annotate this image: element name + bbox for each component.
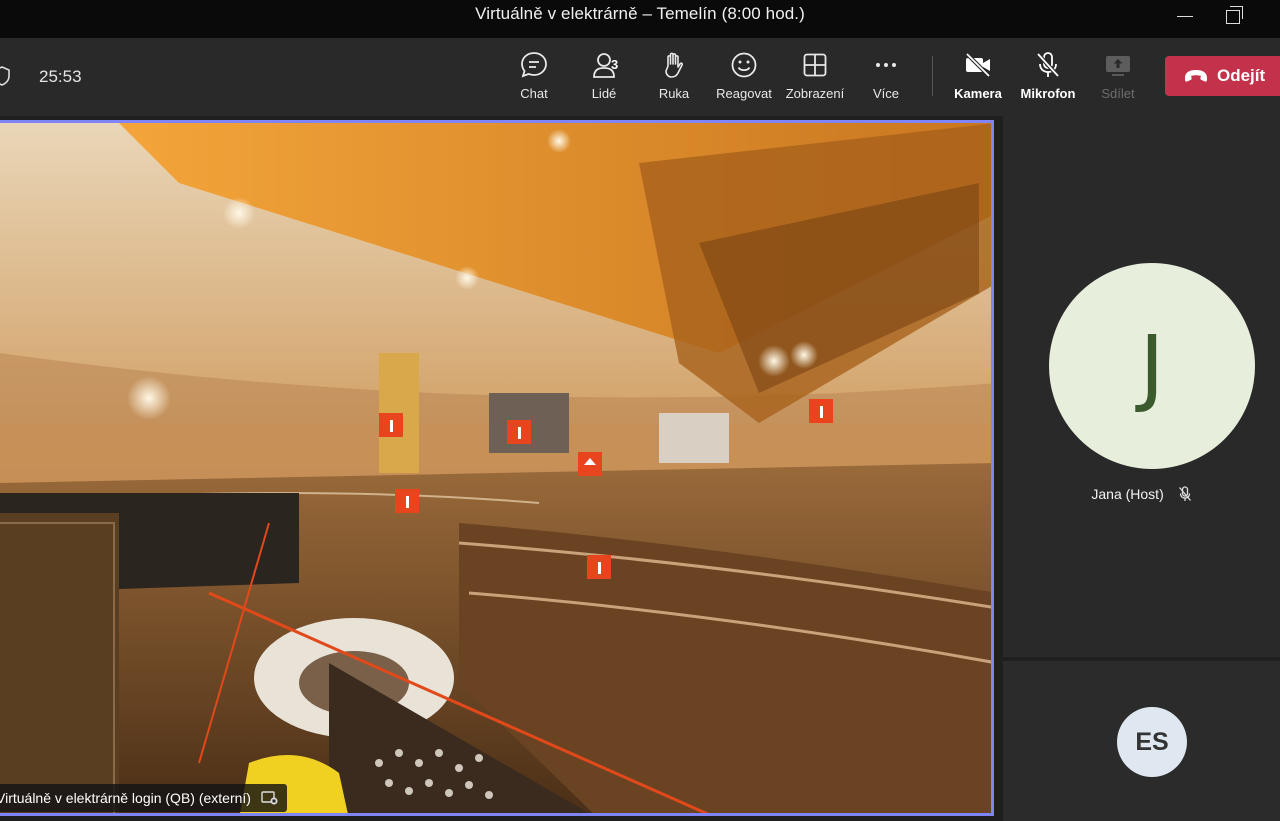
chat-icon (521, 52, 547, 78)
reactor-hall-image (0, 123, 991, 813)
microphone-label: Mikrofon (1020, 86, 1076, 101)
smiley-icon (731, 52, 757, 78)
people-button[interactable]: 3 Lidé (568, 50, 640, 110)
screen-share-indicator-icon (261, 791, 278, 805)
meeting-toolbar: 25:53 Chat 3 Lidé Ruka Reagovat Zobrazen… (0, 38, 1280, 116)
presenter-name-tag: Virtuálně v elektrárně login (QB) (exter… (0, 784, 287, 812)
info-hotspot[interactable] (379, 413, 403, 437)
share-screen-icon (1106, 56, 1130, 76)
restore-icon[interactable] (1224, 6, 1246, 28)
meeting-timer: 25:53 (39, 67, 82, 86)
more-icon (876, 63, 896, 67)
microphone-button[interactable]: Mikrofon (1012, 50, 1084, 110)
leave-button[interactable]: Odejít (1165, 56, 1280, 96)
microphone-off-icon (1036, 52, 1060, 78)
participant-name: Jana (Host) (1091, 486, 1164, 502)
presenter-video[interactable] (0, 120, 994, 816)
view-label: Zobrazení (785, 86, 845, 101)
leave-label: Odejít (1217, 66, 1266, 85)
people-count-badge: 3 (611, 57, 619, 72)
shield-icon (0, 66, 10, 86)
react-label: Reagovat (716, 86, 772, 101)
more-button[interactable]: Více (850, 50, 922, 110)
raise-hand-icon (665, 52, 684, 78)
minimize-icon[interactable] (1176, 6, 1198, 28)
chat-label: Chat (520, 86, 548, 101)
avatar: ES (1117, 707, 1187, 777)
share-button[interactable]: Sdílet (1082, 50, 1154, 110)
title-bar: Virtuálně v elektrárně – Temelín (8:00 h… (0, 0, 1280, 38)
presenter-name: Virtuálně v elektrárně login (QB) (exter… (0, 790, 251, 806)
participants-panel: J Jana (Host) ES (1003, 116, 1280, 821)
share-label: Sdílet (1101, 86, 1135, 101)
react-button[interactable]: Reagovat (708, 50, 780, 110)
participant-name-row: Jana (Host) (1003, 486, 1280, 502)
camera-label: Kamera (954, 86, 1002, 101)
participant-tile[interactable]: ES (1003, 661, 1280, 821)
people-label: Lidé (591, 86, 617, 101)
hang-up-icon (1185, 70, 1207, 82)
grid-view-icon (803, 53, 827, 77)
view-button[interactable]: Zobrazení (779, 50, 851, 110)
window-title: Virtuálně v elektrárně – Temelín (8:00 h… (475, 4, 805, 23)
chat-button[interactable]: Chat (498, 50, 570, 110)
avatar: J (1049, 263, 1255, 469)
main-stage: Virtuálně v elektrárně login (QB) (exter… (0, 116, 1003, 821)
participant-tile[interactable]: J Jana (Host) (1003, 116, 1280, 657)
camera-off-icon (965, 52, 991, 78)
muted-microphone-icon (1178, 486, 1191, 501)
raise-hand-button[interactable]: Ruka (638, 50, 710, 110)
toolbar-divider (932, 56, 933, 96)
more-label: Více (872, 86, 899, 101)
raise-hand-label: Ruka (658, 86, 690, 101)
camera-button[interactable]: Kamera (942, 50, 1014, 110)
